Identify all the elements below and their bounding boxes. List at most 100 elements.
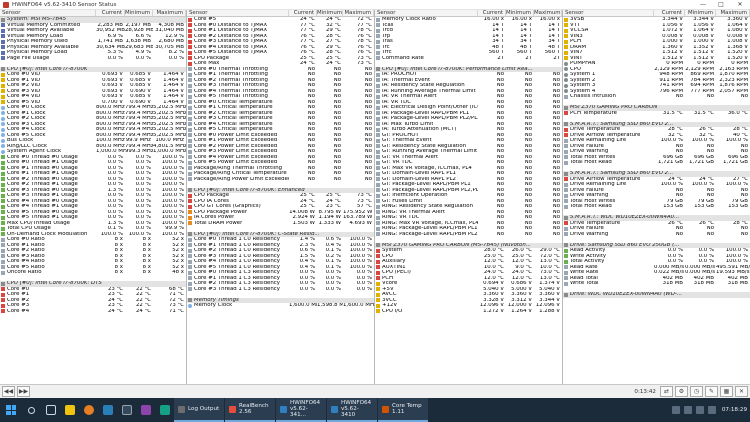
- close-sensors-icon[interactable]: ✕: [735, 386, 748, 397]
- sensor-row[interactable]: Total DRAM Power 1.503 W 1.333 W 4.693 W: [187, 221, 374, 227]
- sensor-row[interactable]: Write Total 318 MB 318 MB 318 MB: [563, 281, 750, 287]
- gen-sensor-icon: [188, 72, 192, 77]
- logging-icon[interactable]: ✎: [705, 386, 718, 397]
- sensor-row[interactable]: Total Host Read 1,721 GB 1,721 GB 1,721 GB: [563, 160, 750, 166]
- sensor-row[interactable]: Total Host Read 153 GB 153 GB 153 GB: [563, 204, 750, 210]
- gen-sensor-icon: [188, 160, 192, 165]
- media-icon[interactable]: [136, 398, 155, 422]
- taskbar-task-log-output[interactable]: Log Output: [174, 398, 224, 422]
- sensor-pane-1[interactable]: Sensor Current Minimum Maximum System: M…: [0, 10, 187, 384]
- gen-sensor-icon: [376, 171, 380, 176]
- gen-sensor-icon: [188, 270, 192, 275]
- minimum-column-header[interactable]: Minimum: [125, 10, 153, 16]
- temp-sensor-icon: [188, 50, 192, 55]
- minimum-column-header[interactable]: Minimum: [685, 10, 716, 16]
- gen-sensor-icon: [188, 83, 192, 88]
- sensor-group-icon: [564, 105, 568, 110]
- reset-clock-icon[interactable]: ◷: [690, 386, 703, 397]
- minimum-value: No: [706, 94, 714, 99]
- sensor-column-header[interactable]: Sensor: [0, 10, 96, 16]
- maximum-column-header[interactable]: Maximum: [716, 10, 750, 16]
- sensor-pane-3[interactable]: Sensor Current Minimum Maximum Memory Cl…: [375, 10, 563, 384]
- network-tray-icon[interactable]: [683, 406, 692, 414]
- sensor-column-header[interactable]: Sensor: [187, 10, 289, 16]
- sensor-row[interactable]: Uncore Ratio 8 x 8 x 48 x: [0, 270, 186, 276]
- current-column-header[interactable]: Current: [96, 10, 125, 16]
- sensor-row[interactable]: Core #3 Thread 1 C3 Residency 0.0 % 0.0 % 0…: [187, 287, 374, 293]
- network-icon[interactable]: ⇄: [660, 386, 673, 397]
- taskbar-task-hwinfo-1[interactable]: HWiNFO64 v5.62-341...: [276, 398, 326, 422]
- current-column-header[interactable]: Current: [289, 10, 317, 16]
- taskbar-task-realbench[interactable]: RealBench 2.56: [225, 398, 275, 422]
- taskbar-task-hwinfo-2[interactable]: HWiNFO64 v5.62-3410: [327, 398, 377, 422]
- sensor-row[interactable]: Drive Warning No No No: [563, 232, 750, 238]
- gen-sensor-icon: [188, 111, 192, 116]
- start-button[interactable]: [0, 398, 22, 422]
- clk-sensor-icon: [1, 122, 5, 127]
- current-value: 1,600.0 MHz: [289, 303, 317, 308]
- volt-sensor-icon: [564, 45, 568, 50]
- sensor-column-header[interactable]: Sensor: [375, 10, 478, 16]
- use-sensor-icon: [1, 199, 5, 204]
- sensor-row[interactable]: Chassis Intrusion No No No: [563, 94, 750, 100]
- maximum-column-header[interactable]: Maximum: [153, 10, 186, 16]
- gen-sensor-icon: [564, 199, 568, 204]
- sensor-row[interactable]: Package/Ring Power Limit Exceeded No No No: [187, 177, 374, 183]
- sensor-row[interactable]: PCH Temperature 31.5 °C 31.5 °C 36.0 °C: [563, 111, 750, 117]
- sensor-row[interactable]: Core #4 24 °C 24 °C 71 °C: [0, 309, 186, 315]
- scroll-left-button[interactable]: ◀◀: [2, 386, 15, 397]
- current-value: 24 °C: [107, 308, 123, 314]
- gen-sensor-icon: [188, 149, 192, 154]
- current-value: 8 x: [114, 270, 123, 275]
- sensor-pane-2[interactable]: Sensor Current Minimum Maximum Core #5 24…: [187, 10, 375, 384]
- app-icon[interactable]: [155, 398, 174, 422]
- browser-icon[interactable]: [79, 398, 98, 422]
- maximize-button[interactable]: □: [712, 0, 730, 10]
- clk-sensor-icon: [1, 133, 5, 138]
- sensor-column-header[interactable]: Sensor: [563, 10, 654, 16]
- sensor-group-icon: [564, 171, 568, 176]
- store-icon[interactable]: [98, 398, 117, 422]
- gen-sensor-icon: [564, 232, 568, 237]
- search-icon[interactable]: [22, 398, 41, 422]
- maximum-column-header[interactable]: Maximum: [343, 10, 374, 16]
- volume-icon[interactable]: [695, 406, 704, 414]
- sensor-row[interactable]: Command Rate 2T 2T 2T: [375, 56, 562, 62]
- gen-sensor-icon: [376, 166, 380, 171]
- taskbar-task-coretemp[interactable]: Core Temp 1.11: [378, 398, 428, 422]
- sensor-row[interactable]: Page File Usage 0.0 % 0.0 % 0.0 %: [0, 56, 186, 62]
- minimum-value: 1,598.8 MHz: [317, 303, 343, 308]
- sensor-row[interactable]: Memory Clock 1,600.0 MHz1,598.8 MHz1,600.…: [187, 303, 374, 309]
- minimum-column-header[interactable]: Minimum: [506, 10, 534, 16]
- taskbar-clock[interactable]: 07:18:29: [722, 407, 747, 413]
- gen-sensor-icon: [376, 155, 380, 160]
- pwr-sensor-icon: [188, 221, 192, 226]
- current-column-header[interactable]: Current: [478, 10, 506, 16]
- sensor-pane-4[interactable]: Sensor Current Minimum Maximum 3VSB 3.344…: [563, 10, 750, 384]
- action-center-icon[interactable]: [707, 406, 716, 414]
- gen-sensor-icon: [188, 177, 192, 182]
- settings-icon[interactable]: ⚙: [675, 386, 688, 397]
- sensor-row[interactable]: CPU I/O 1.272 V 1.264 V 1.288 V: [375, 309, 562, 315]
- minimum-column-header[interactable]: Minimum: [317, 10, 343, 16]
- sensor-row[interactable]: RING: Package-Level RAPL/PBM PL2,PL3 No No…: [375, 232, 562, 238]
- file-explorer-icon[interactable]: [60, 398, 79, 422]
- temp-sensor-icon: [1, 303, 5, 308]
- tray-overflow-icon[interactable]: [671, 406, 680, 414]
- mail-icon[interactable]: [117, 398, 136, 422]
- scroll-right-button[interactable]: ▶▶: [17, 386, 30, 397]
- current-column-header[interactable]: Current: [654, 10, 685, 16]
- maximum-column-header[interactable]: Maximum: [534, 10, 562, 16]
- gen-sensor-icon: [188, 166, 192, 171]
- minimize-button[interactable]: —: [694, 0, 712, 10]
- gen-sensor-icon: [376, 39, 380, 44]
- gen-sensor-icon: [376, 215, 380, 220]
- gen-sensor-icon: [188, 287, 192, 292]
- sensor-group-header[interactable]: Drive: WDC WD10EZEX-00WN4A0 (WD-...: [563, 292, 750, 298]
- layout-icon[interactable]: ▦: [720, 386, 733, 397]
- gen-sensor-icon: [564, 144, 568, 149]
- task-view-icon[interactable]: [41, 398, 60, 422]
- minimum-value: 1,721 GB: [688, 160, 714, 165]
- coretemp-icon: [382, 405, 389, 413]
- close-button[interactable]: ✕: [730, 0, 750, 10]
